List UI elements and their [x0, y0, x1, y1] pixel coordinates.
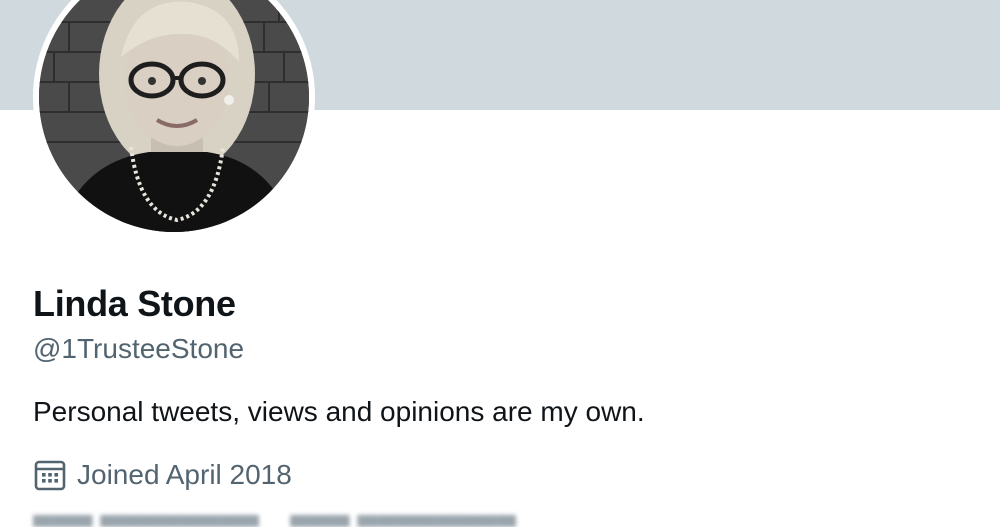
display-name: Linda Stone: [33, 283, 236, 324]
user-handle: @1TrusteeStone: [33, 333, 245, 364]
avatar[interactable]: [39, 0, 309, 232]
profile-photo: [39, 0, 309, 232]
avatar-ring: [33, 0, 315, 238]
joined-label: Joined April 2018: [77, 459, 292, 490]
profile-bio: Personal tweets, views and opinions are …: [33, 396, 645, 427]
calendar-icon: [34, 460, 66, 491]
joined-date: Joined April 2018: [33, 458, 292, 492]
follow-stats-partial: ███ ████████ ███ ████████: [33, 515, 516, 527]
